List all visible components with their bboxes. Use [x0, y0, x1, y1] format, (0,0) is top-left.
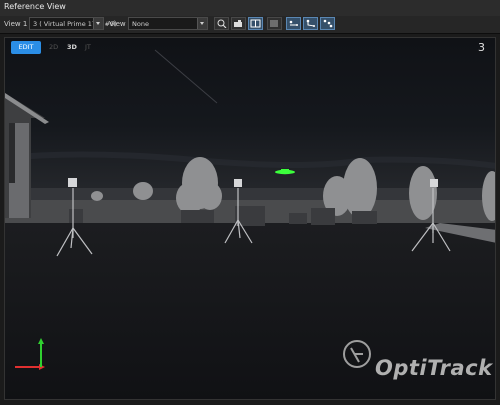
- view1-value: 3 ( Virtual Prime 17W #9): [33, 20, 117, 28]
- mode-jt[interactable]: JT: [85, 43, 91, 51]
- view1-select[interactable]: 3 ( Virtual Prime 17W #9): [29, 17, 117, 30]
- camera-feed-image: [5, 38, 495, 399]
- view2-value: None: [132, 20, 149, 28]
- reference-viewport[interactable]: EDIT 2D 3D JT 3 OptiTrack: [4, 37, 496, 400]
- skeleton-button[interactable]: [320, 17, 335, 30]
- camera-icon: [234, 20, 242, 27]
- rigid-body-button[interactable]: [303, 17, 318, 30]
- zoom-icon: [217, 19, 227, 28]
- split-view-button[interactable]: [248, 17, 263, 30]
- split-view-icon: [250, 19, 261, 28]
- optitrack-logo: OptiTrack: [375, 356, 493, 380]
- camera-number: 3: [478, 41, 485, 54]
- mode-3d[interactable]: 3D: [67, 43, 77, 51]
- view-toolbar: View 1 3 ( Virtual Prime 17W #9) View 2 …: [0, 16, 500, 34]
- mode-2d[interactable]: 2D: [49, 43, 58, 51]
- zoom-button[interactable]: [214, 17, 229, 30]
- camera-button[interactable]: [231, 17, 246, 30]
- window-title: Reference View: [4, 2, 66, 11]
- markers-button[interactable]: [286, 17, 301, 30]
- view1-label: View 1: [4, 20, 28, 28]
- chevron-down-icon[interactable]: [93, 18, 103, 29]
- view2-select[interactable]: None: [128, 17, 208, 30]
- window-titlebar: Reference View: [0, 0, 500, 17]
- grid-icon: [270, 20, 278, 27]
- grid-button[interactable]: [267, 17, 282, 30]
- edit-button[interactable]: EDIT: [11, 41, 41, 54]
- markers-icon: [289, 20, 298, 26]
- skeleton-icon: [323, 19, 333, 28]
- chevron-down-icon[interactable]: [197, 18, 207, 29]
- rigid-body-icon: [306, 19, 315, 27]
